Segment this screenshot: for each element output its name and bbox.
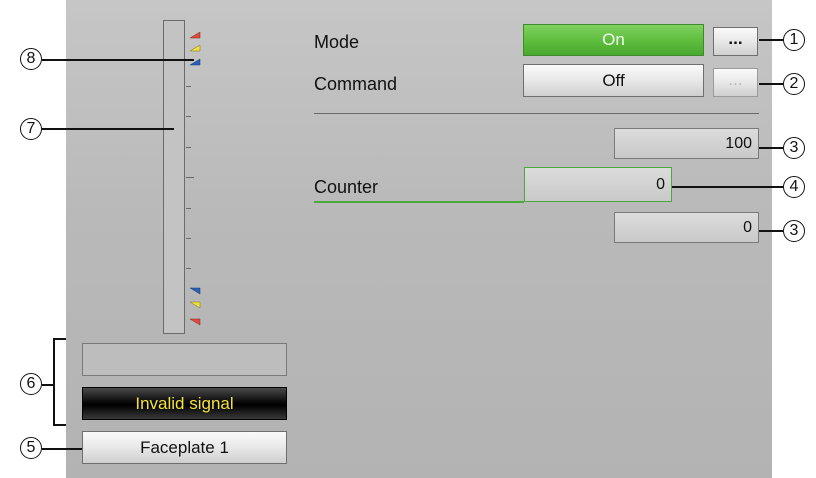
counter-value: 0 [656, 176, 665, 193]
counter-underline [314, 201, 524, 203]
callout-3b: 3 [783, 220, 805, 242]
callout-leader [42, 59, 194, 61]
mode-value: On [602, 30, 625, 49]
callout-leader [42, 448, 82, 450]
scale-tick [186, 147, 191, 148]
callout-leader [759, 147, 783, 149]
counter-label: Counter [314, 177, 379, 197]
callout-8: 8 [20, 48, 42, 70]
counter-high-limit-field[interactable]: 100 [614, 128, 759, 159]
invalid-signal-display: Invalid signal [82, 387, 287, 420]
bar-graph [163, 20, 185, 334]
callout-leader [759, 39, 783, 41]
counter-high-limit-value: 100 [725, 135, 752, 152]
status-field [82, 343, 287, 376]
counter-low-limit-field[interactable]: 0 [614, 212, 759, 243]
callout-4: 4 [783, 176, 805, 198]
counter-value-field: 0 [524, 167, 672, 202]
more-icon: ... [728, 70, 743, 89]
command-value: Off [602, 71, 625, 90]
lower-alarm-limit-icon [190, 318, 201, 326]
lower-limit-markers [190, 287, 201, 326]
mode-display-button[interactable]: On [523, 24, 704, 56]
scale-tick [186, 238, 191, 239]
callout-bracket-bottom [53, 424, 66, 426]
callout-leader [672, 186, 783, 188]
mode-more-button[interactable]: ... [713, 27, 758, 56]
command-button[interactable]: Off [523, 64, 704, 97]
command-more-button[interactable]: ... [713, 68, 758, 97]
more-icon: ... [728, 29, 743, 48]
callout-bracket [53, 338, 55, 425]
lower-warning-limit-icon [190, 301, 201, 309]
command-label: Command [314, 74, 398, 94]
separator [314, 113, 759, 114]
callout-3: 3 [783, 137, 805, 159]
scale-tick [186, 86, 191, 87]
mode-label: Mode [314, 32, 360, 52]
upper-warning-limit-icon [190, 44, 201, 52]
lower-tolerance-limit-icon [190, 287, 201, 295]
invalid-signal-text: Invalid signal [135, 394, 234, 413]
scale-tick [186, 116, 191, 117]
upper-limit-markers [190, 31, 201, 66]
callout-1: 1 [783, 29, 805, 51]
callout-leader [759, 83, 783, 85]
scale-tick [186, 208, 191, 209]
upper-alarm-limit-icon [190, 31, 201, 39]
faceplate-button[interactable]: Faceplate 1 [82, 431, 287, 464]
callout-2: 2 [783, 73, 805, 95]
faceplate-button-label: Faceplate 1 [140, 438, 229, 457]
scale-tick [186, 177, 194, 178]
callout-6: 6 [20, 373, 42, 395]
callout-leader [759, 230, 783, 232]
callout-5: 5 [20, 437, 42, 459]
callout-leader [42, 128, 174, 130]
callout-7: 7 [20, 118, 42, 140]
counter-low-limit-value: 0 [743, 219, 752, 236]
callout-bracket-top [53, 338, 66, 340]
scale-tick [186, 268, 191, 269]
